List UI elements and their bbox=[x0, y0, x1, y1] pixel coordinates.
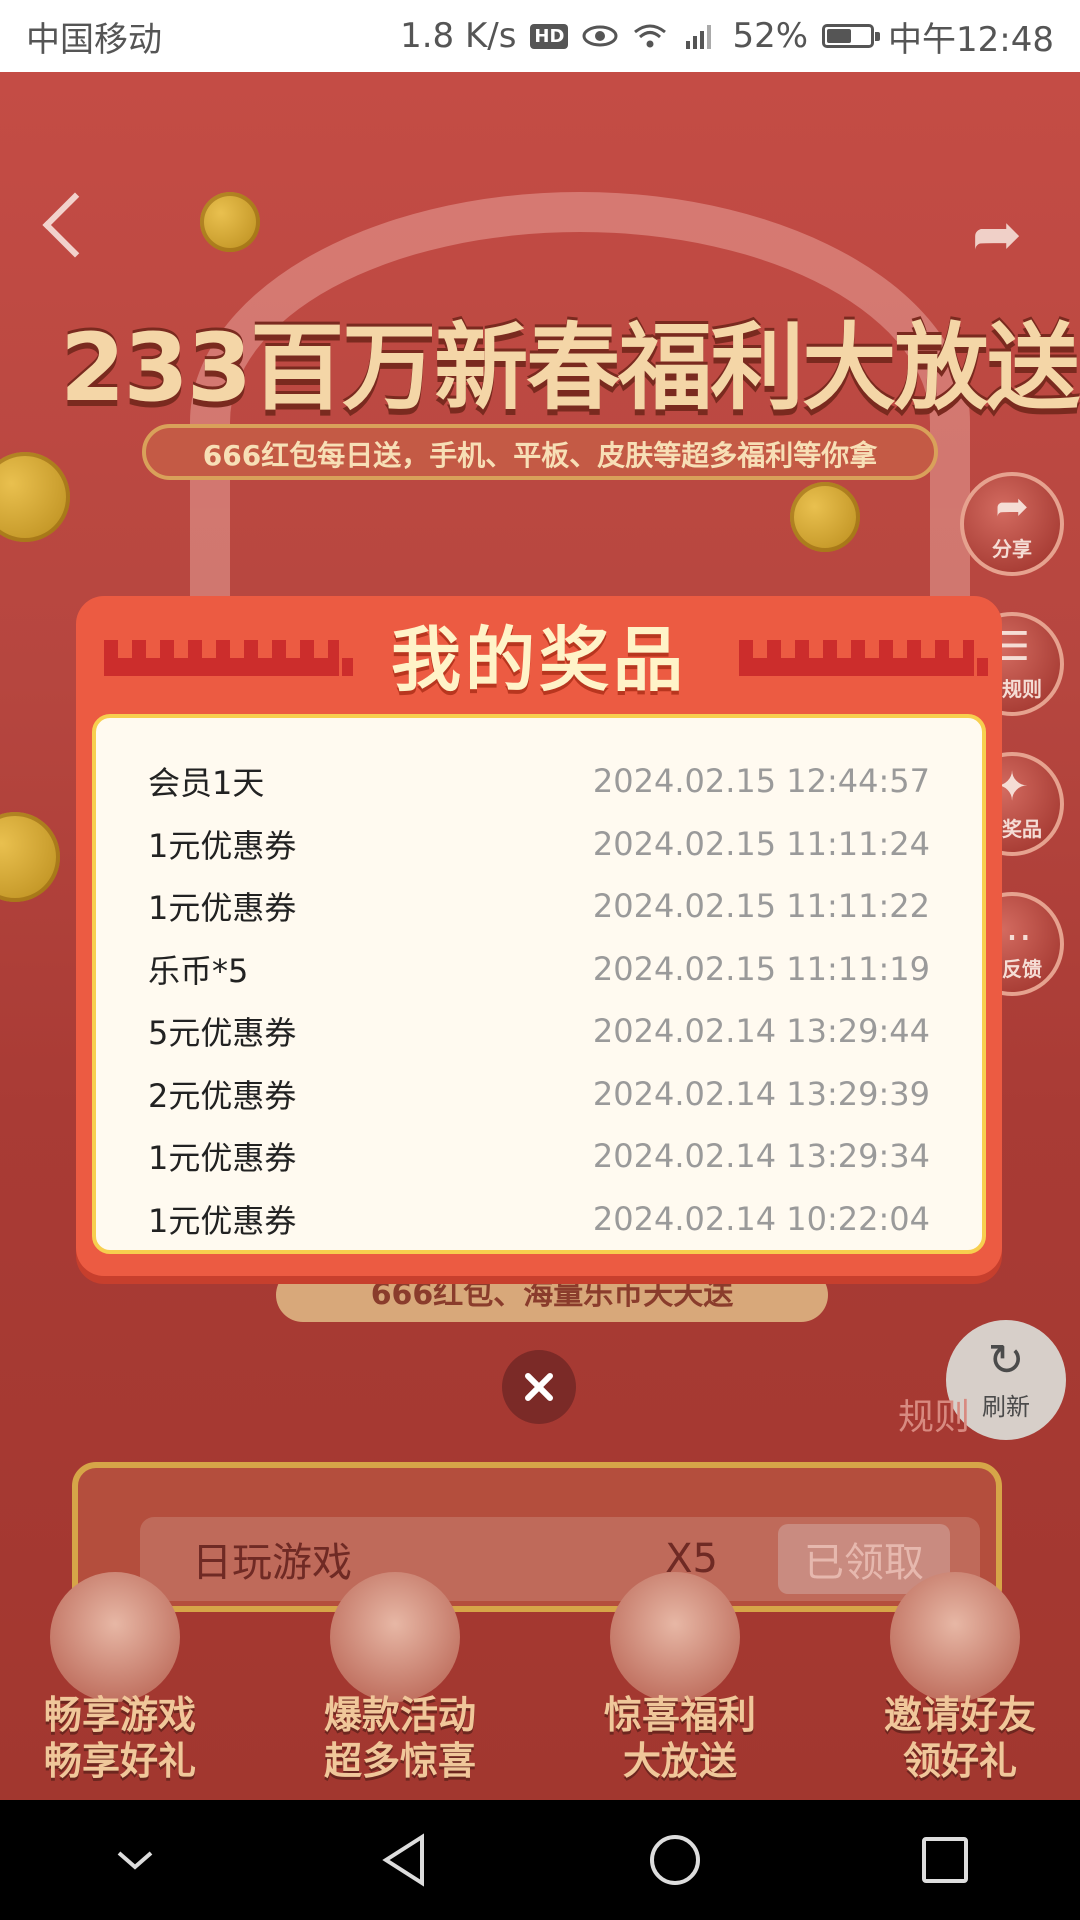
wifi-icon bbox=[632, 22, 668, 50]
mascot-image bbox=[330, 1572, 460, 1702]
banner-subtitle: 666红包每日送，手机、平板、皮肤等超多福利等你拿 bbox=[142, 424, 938, 480]
dialog-title: 我的奖品 bbox=[391, 619, 687, 701]
prize-row: 1元优惠券 2024.02.15 11:11:24 bbox=[148, 813, 930, 876]
prize-list[interactable]: 会员1天 2024.02.15 12:44:57 1元优惠券 2024.02.1… bbox=[92, 714, 986, 1254]
coin-decoration bbox=[0, 452, 70, 542]
promo-line: 惊喜福利 bbox=[603, 1693, 756, 1737]
promo-line: 畅享好礼 bbox=[43, 1739, 196, 1783]
recents-square-icon bbox=[922, 1837, 968, 1883]
promo-tile[interactable]: 爆款活动 超多惊喜 bbox=[290, 1692, 510, 1784]
prize-name: 会员1天 bbox=[148, 764, 265, 803]
back-button[interactable] bbox=[365, 1820, 445, 1900]
prize-row: 2元优惠券 2024.02.14 13:29:39 bbox=[148, 1063, 930, 1126]
promo-tile[interactable]: 惊喜福利 大放送 bbox=[570, 1692, 790, 1784]
prize-row: 1元优惠券 2024.02.14 10:22:04 bbox=[148, 1188, 930, 1251]
prize-row: 5元优惠券 2024.02.14 13:29:44 bbox=[148, 1000, 930, 1063]
my-prizes-dialog: 我的奖品 会员1天 2024.02.15 12:44:57 1元优惠券 2024… bbox=[76, 596, 1002, 1276]
task-name: 日玩游戏 bbox=[192, 1540, 352, 1586]
prize-name: 5元优惠券 bbox=[148, 1014, 297, 1053]
clock: 中午12:48 bbox=[888, 19, 1054, 60]
promo-tile[interactable]: 邀请好友 领好礼 bbox=[850, 1692, 1070, 1784]
prize-time: 2024.02.14 13:29:44 bbox=[592, 1012, 930, 1051]
hd-icon: HD bbox=[530, 23, 569, 49]
cellular-signal-icon bbox=[682, 21, 718, 51]
prize-row: 会员1天 2024.02.15 12:44:57 bbox=[148, 750, 930, 813]
chevron-down-icon bbox=[117, 1851, 153, 1870]
prize-time: 2024.02.14 13:29:39 bbox=[592, 1074, 930, 1113]
coin-decoration bbox=[200, 192, 260, 252]
mascot-image bbox=[50, 1572, 180, 1702]
promo-tile[interactable]: 畅享游戏 畅享好礼 bbox=[10, 1692, 230, 1784]
navigation-bar bbox=[0, 1800, 1080, 1920]
prize-time: 2024.02.14 13:29:34 bbox=[592, 1137, 930, 1176]
prize-row: 1元优惠券 2024.02.14 13:29:34 bbox=[148, 1125, 930, 1188]
hide-navbar-button[interactable] bbox=[95, 1820, 175, 1900]
prize-time: 2024.02.15 11:11:19 bbox=[592, 949, 930, 988]
refresh-icon: ↻ bbox=[987, 1334, 1025, 1386]
side-button-label: 分享 bbox=[992, 536, 1032, 561]
promo-pill: 666红包、海量乐币天天送 bbox=[276, 1268, 828, 1322]
prize-row: 1元优惠券 2024.02.15 11:11:22 bbox=[148, 875, 930, 938]
prize-time: 2024.02.15 11:11:22 bbox=[592, 887, 930, 926]
prize-name: 2元优惠券 bbox=[148, 1076, 297, 1115]
close-icon bbox=[525, 1373, 553, 1401]
recents-button[interactable] bbox=[905, 1820, 985, 1900]
promo-line: 爆款活动 bbox=[323, 1693, 476, 1737]
promo-line: 畅享游戏 bbox=[43, 1693, 196, 1737]
prize-time: 2024.02.15 12:44:57 bbox=[592, 762, 930, 801]
carrier-name: 中国移动 bbox=[26, 19, 162, 60]
banner-title: 233百万新春福利大放送 bbox=[60, 314, 1080, 423]
task-row: 日玩游戏 X5 已领取 bbox=[140, 1517, 980, 1601]
home-circle-icon bbox=[650, 1835, 700, 1885]
prize-name: 1元优惠券 bbox=[148, 1139, 297, 1178]
status-bar: 中国移动 1.8 K/s HD 52% 中午12:48 bbox=[0, 0, 1080, 72]
prize-name: 1元优惠券 bbox=[148, 889, 297, 928]
network-speed: 1.8 K/s bbox=[400, 16, 517, 56]
promo-line: 超多惊喜 bbox=[323, 1739, 476, 1783]
coin-decoration bbox=[790, 482, 860, 552]
prize-row: 乐币*5 2024.02.15 11:11:19 bbox=[148, 938, 930, 1001]
prize-name: 乐币*5 bbox=[148, 951, 249, 990]
promo-line: 领好礼 bbox=[902, 1739, 1017, 1783]
prize-time: 2024.02.15 11:11:24 bbox=[592, 824, 930, 863]
close-dialog-button[interactable] bbox=[502, 1350, 576, 1424]
share-icon: ➦ bbox=[995, 483, 1029, 530]
prize-time: 2024.02.14 10:22:04 bbox=[592, 1199, 930, 1238]
home-button[interactable] bbox=[635, 1820, 715, 1900]
eye-comfort-icon bbox=[582, 24, 618, 48]
coin-decoration bbox=[0, 812, 60, 902]
prize-name: 1元优惠券 bbox=[148, 826, 297, 865]
prize-name: 1元优惠券 bbox=[148, 1201, 297, 1240]
share-icon[interactable]: ➦ bbox=[972, 200, 1022, 270]
mascot-image bbox=[610, 1572, 740, 1702]
promo-line: 大放送 bbox=[622, 1739, 737, 1783]
mascot-image bbox=[890, 1572, 1020, 1702]
refresh-label: 刷新 bbox=[982, 1392, 1030, 1421]
back-icon[interactable] bbox=[42, 192, 108, 258]
back-triangle-icon bbox=[382, 1833, 424, 1887]
promo-line: 邀请好友 bbox=[883, 1693, 1036, 1737]
rules-link[interactable]: 规则 bbox=[898, 1388, 970, 1440]
battery-icon bbox=[822, 24, 881, 48]
battery-percent: 52% bbox=[732, 16, 809, 56]
share-side-button[interactable]: ➦ 分享 bbox=[960, 472, 1064, 576]
